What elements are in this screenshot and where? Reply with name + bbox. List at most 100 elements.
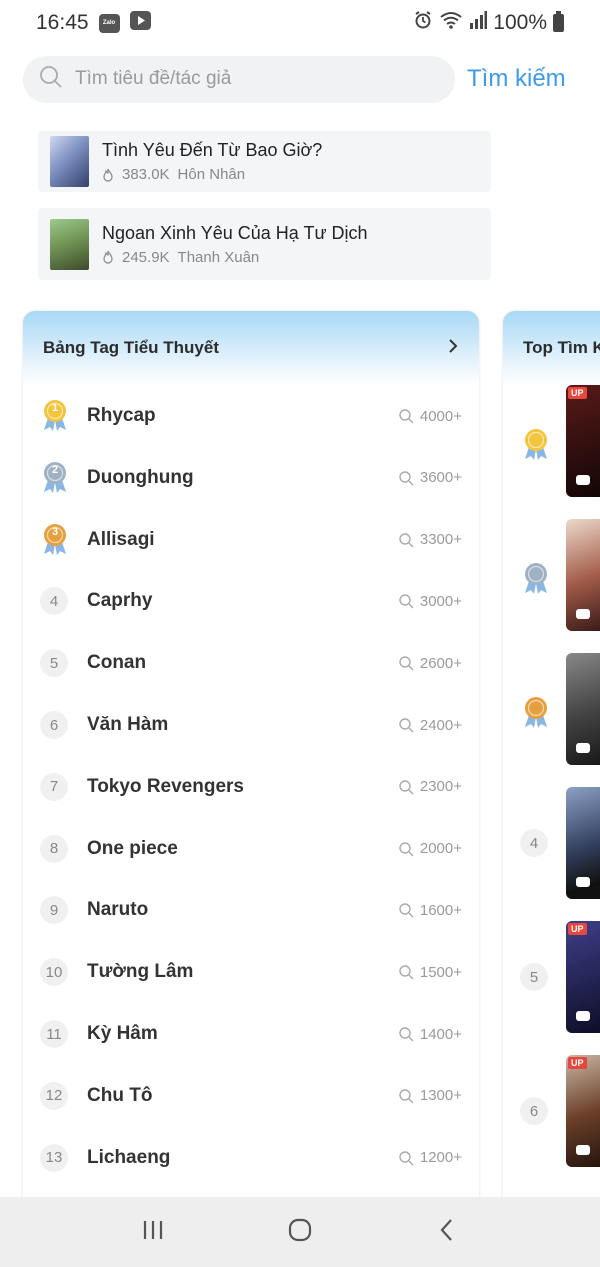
home-button[interactable] [286, 1216, 314, 1249]
status-right: 100% [413, 10, 564, 36]
novel-cover-image [566, 653, 600, 765]
silver-medal-icon: 2 [40, 460, 70, 494]
tag-name: Duonghung [87, 466, 194, 488]
search-icon [399, 594, 414, 609]
rank-number: 13 [40, 1143, 68, 1172]
tag-name: Tường Lâm [87, 961, 194, 983]
count-value: 2600+ [419, 654, 462, 672]
count-value: 2000+ [419, 840, 462, 858]
up-badge: UP [568, 923, 587, 935]
tag-search-count: 2300+ [398, 778, 462, 795]
status-left: 16:45 Zalo [36, 10, 151, 36]
tag-row[interactable]: 8 One piece 2000+ [23, 818, 479, 880]
tag-row[interactable]: 11 Kỳ Hâm 1400+ [23, 1003, 479, 1065]
rank-number: 7 [40, 772, 68, 801]
novel-info: Tình Yêu Đến Từ Bao Giờ? 383.0K Hôn Nhân [102, 140, 322, 183]
tag-row[interactable]: 10 Tường Lâm 1500+ [23, 941, 479, 1003]
up-badge: UP [568, 1057, 587, 1069]
search-icon [399, 718, 414, 733]
count-value: 1200+ [419, 1149, 462, 1167]
tag-row[interactable]: 12 Chu Tô 1300+ [23, 1065, 479, 1127]
rank-number: 5 [40, 649, 68, 678]
novel-cover-image [566, 787, 600, 899]
rank-number: 9 [40, 896, 68, 925]
status-time: 16:45 [36, 11, 89, 34]
tag-name: Lichaeng [87, 1146, 171, 1168]
tag-row[interactable]: 6 Văn Hàm 2400+ [23, 694, 479, 756]
tag-row[interactable]: 5 Conan 2600+ [23, 632, 479, 694]
top-search-row[interactable] [503, 653, 600, 765]
novel-info: Ngoan Xinh Yêu Của Hạ Tư Dịch 245.9K Tha… [102, 223, 368, 266]
tag-search-count: 1600+ [398, 902, 462, 919]
novel-views: 383.0K [122, 166, 170, 183]
search-icon [39, 65, 63, 94]
rank-number: 4 [520, 829, 548, 857]
novel-genre: Hôn Nhân [177, 166, 246, 183]
novel-title: Tình Yêu Đến Từ Bao Giờ? [102, 140, 323, 160]
rank-number: 11 [40, 1020, 68, 1048]
top-panel-header[interactable]: Top Tìm K [503, 311, 600, 385]
search-icon [399, 1027, 414, 1042]
tag-row[interactable]: 4 Caprhy 3000+ [23, 570, 479, 632]
tag-row[interactable]: 7 Tokyo Revengers 2300+ [23, 756, 479, 818]
count-value: 2400+ [419, 716, 462, 734]
tag-name: Conan [87, 652, 147, 674]
video-app-icon [129, 10, 151, 36]
top-search-row[interactable]: 6 UP [503, 1055, 600, 1167]
top-search-row[interactable]: UP [503, 385, 600, 497]
gold-medal-icon [521, 427, 551, 461]
search-input[interactable] [75, 68, 435, 90]
comment-icon [576, 1011, 590, 1021]
novel-card[interactable]: Ngoan Xinh Yêu Của Hạ Tư Dịch 245.9K Tha… [38, 208, 491, 280]
search-icon [399, 1150, 414, 1166]
count-value: 1300+ [419, 1087, 462, 1105]
tag-search-count: 1200+ [398, 1149, 462, 1166]
tag-row[interactable]: 2 Duonghung 3600+ [23, 447, 479, 509]
count-value: 3600+ [419, 469, 462, 487]
tag-row[interactable]: 13 Lichaeng 1200+ [23, 1127, 479, 1189]
chevron-right-icon [447, 337, 459, 360]
search-icon [399, 780, 414, 795]
tag-search-count: 1300+ [398, 1087, 462, 1104]
count-value: 3000+ [419, 592, 462, 610]
tag-search-count: 2000+ [398, 840, 462, 857]
count-value: 4000+ [419, 407, 462, 425]
tag-panel-header[interactable]: Bảng Tag Tiểu Thuyết [23, 311, 479, 385]
search-box[interactable] [23, 55, 455, 103]
tag-row[interactable]: 9 Naruto 1600+ [23, 879, 479, 941]
novel-card[interactable]: Tình Yêu Đến Từ Bao Giờ? 383.0K Hôn Nhân [38, 131, 491, 192]
count-value: 1600+ [419, 901, 462, 919]
tag-name: Naruto [87, 899, 149, 921]
rank-number: 3 [51, 525, 59, 538]
rank-number: 2 [51, 463, 59, 476]
rank-number: 5 [520, 963, 548, 991]
search-icon [399, 532, 414, 548]
top-search-row[interactable] [503, 519, 600, 631]
novel-cover-image [566, 519, 600, 631]
tag-name: Rhycap [87, 405, 156, 426]
tag-row[interactable]: 1 Rhycap 4000+ [23, 385, 479, 447]
rank-number: 6 [520, 1097, 548, 1125]
novel-views: 245.9K [122, 248, 170, 266]
comment-icon [576, 743, 590, 753]
search-icon [399, 1089, 414, 1104]
back-button[interactable] [433, 1216, 461, 1249]
tag-row[interactable]: 3 Allisagi 3300+ [23, 509, 479, 571]
count-value: 2300+ [419, 778, 462, 796]
rank-number: 6 [40, 711, 68, 739]
silver-medal-icon [521, 561, 551, 595]
search-button[interactable]: Tìm kiếm [467, 65, 566, 93]
top-search-row[interactable]: 4 [503, 787, 600, 899]
tag-search-count: 2400+ [398, 717, 462, 734]
recent-apps-button[interactable] [139, 1216, 167, 1249]
tag-search-count: 3000+ [398, 593, 462, 610]
up-badge: UP [568, 387, 587, 399]
tag-name: Kỳ Hâm [87, 1023, 158, 1044]
top-search-row[interactable]: 5 UP [503, 921, 600, 1033]
alarm-icon [413, 10, 433, 36]
novel-cover-image [50, 218, 89, 270]
fire-icon [103, 168, 113, 182]
tag-name: Văn Hàm [87, 714, 169, 735]
tag-name: Allisagi [87, 528, 155, 550]
novel-cover-image [50, 136, 89, 187]
